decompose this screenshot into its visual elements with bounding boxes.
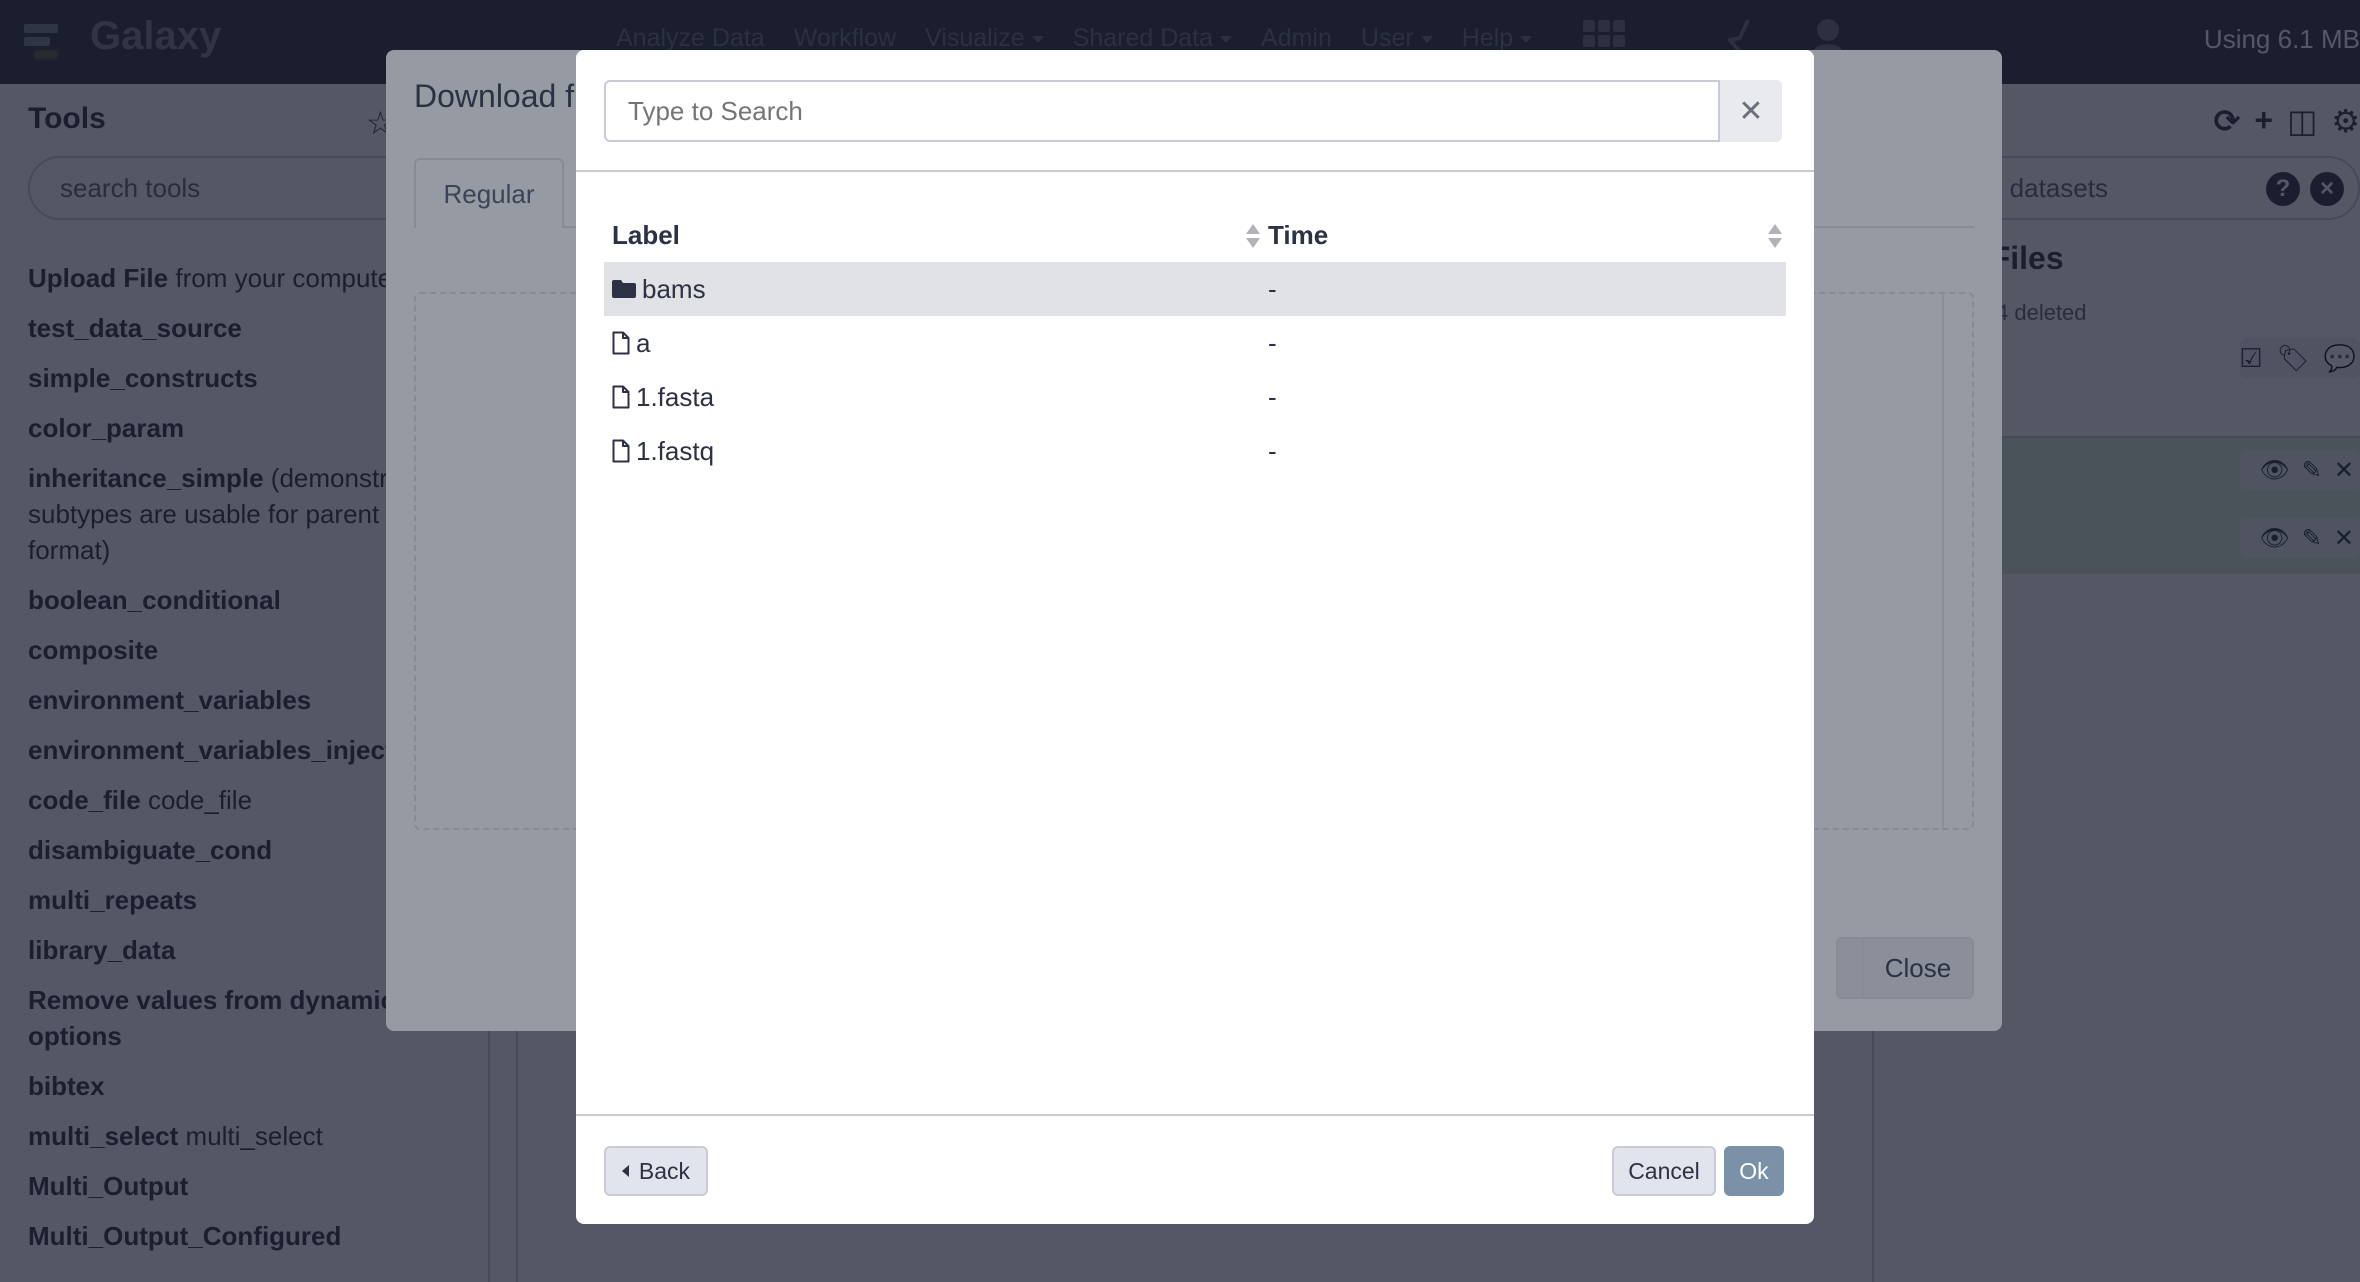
cell-time: - (1268, 273, 1277, 304)
table-row[interactable]: a- (604, 316, 1786, 370)
back-label: Back (638, 1157, 691, 1184)
cell-time: - (1268, 435, 1277, 466)
row-label: a (636, 327, 651, 358)
cell-label: 1.fastq (612, 424, 714, 478)
caret-left-icon (621, 1165, 629, 1177)
file-browser-dialog: ✕ Label Time bams-a-1.fasta-1.fastq- Bac… (576, 50, 1814, 1224)
row-label: bams (642, 273, 706, 304)
cell-time: - (1268, 327, 1277, 358)
file-table: Label Time bams - a -1.fasta -1.fastq - (604, 208, 1786, 478)
row-label: 1.fasta (636, 381, 715, 412)
cancel-button[interactable]: Cancel (1612, 1146, 1716, 1196)
table-row[interactable]: bams - (604, 262, 1786, 316)
tab-regular[interactable]: Regular (414, 158, 564, 228)
file-icon (612, 385, 630, 409)
sort-icon[interactable] (1768, 224, 1782, 248)
cell-time: - (1268, 381, 1277, 412)
table-header: Label Time (604, 208, 1786, 262)
file-icon (612, 439, 630, 463)
file-browser-footer: Back Cancel Ok (576, 1114, 1814, 1224)
cell-label: a (612, 316, 650, 370)
cell-label: bams (612, 262, 706, 316)
file-search-input[interactable] (604, 80, 1720, 142)
close-icon: ✕ (1738, 94, 1764, 128)
column-header-time[interactable]: Time (1268, 208, 1786, 262)
file-browser-header: ✕ (576, 50, 1814, 172)
sort-icon[interactable] (1246, 224, 1260, 248)
column-header-label[interactable]: Label (612, 208, 1252, 262)
clear-search-button[interactable]: ✕ (1720, 80, 1782, 142)
row-label: 1.fastq (636, 435, 715, 466)
file-icon (612, 331, 630, 355)
table-row[interactable]: 1.fasta - (604, 370, 1786, 424)
folder-icon (612, 280, 636, 298)
close-button[interactable]: Close (1862, 937, 1974, 999)
cell-label: 1.fasta (612, 370, 714, 424)
ok-button[interactable]: Ok (1724, 1146, 1784, 1196)
upload-dialog-title: Download f (414, 78, 575, 114)
back-button[interactable]: Back (604, 1146, 708, 1196)
table-row[interactable]: 1.fastq - (604, 424, 1786, 478)
file-browser-body: Label Time bams - a -1.fasta -1.fastq - (604, 172, 1786, 1114)
